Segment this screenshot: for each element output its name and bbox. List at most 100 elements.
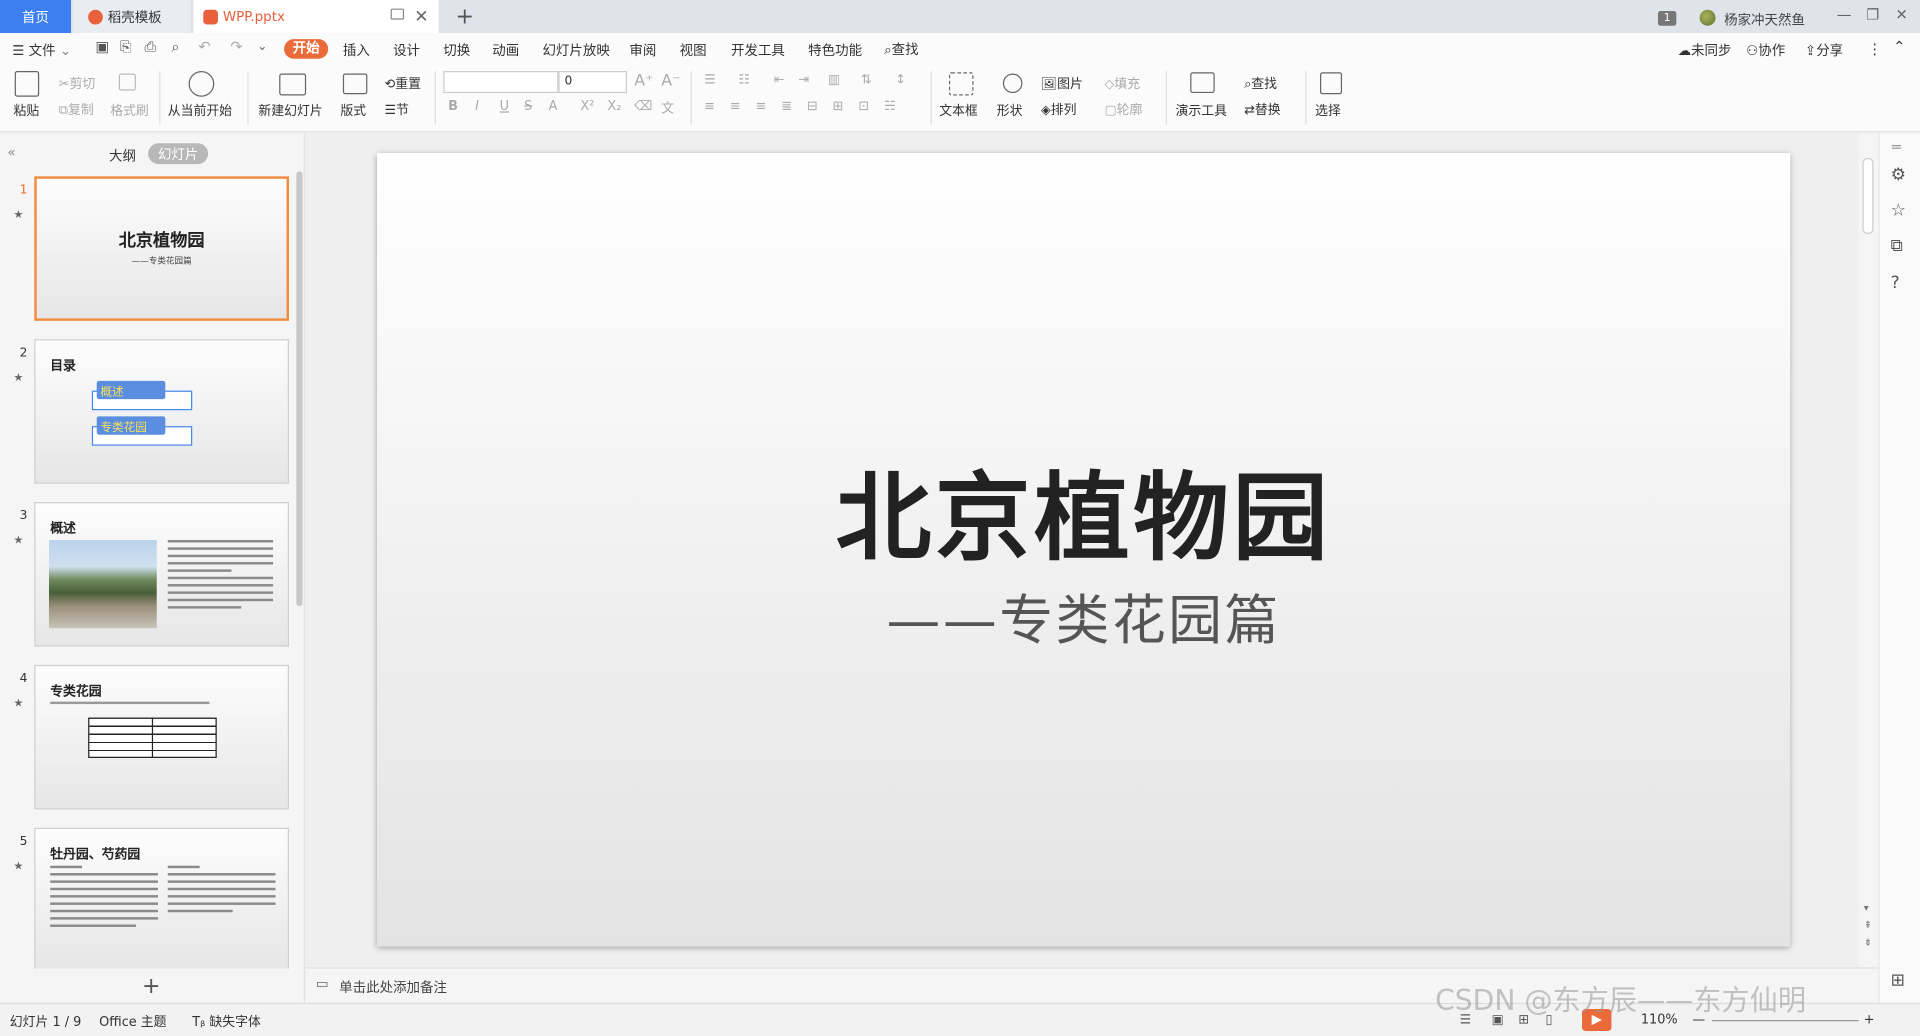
new-slide-icon[interactable] (279, 73, 307, 96)
customize-icon[interactable]: ⌄ (257, 40, 267, 53)
redo-icon[interactable]: ↷ (230, 38, 242, 55)
notes-placeholder[interactable]: 单击此处添加备注 (339, 977, 447, 997)
preview-icon[interactable]: ⌕ (171, 38, 179, 56)
font-family-select[interactable] (443, 71, 559, 94)
new-tab-button[interactable]: + (456, 4, 474, 30)
layout-icon[interactable] (342, 73, 368, 95)
slide-thumbnail-2[interactable]: 目录 概述 专类花园 (34, 339, 289, 484)
layout-button[interactable]: 版式 (340, 102, 366, 120)
properties-icon[interactable]: ⚙ (1891, 165, 1906, 185)
present-tools-icon[interactable] (1190, 72, 1215, 94)
subscript-icon[interactable]: X₂ (607, 99, 621, 114)
tab-document[interactable]: WPP.pptx ✕ (193, 0, 439, 34)
new-slide-button[interactable]: 新建幻灯片 (258, 102, 322, 120)
collab-button[interactable]: ⚇协作 (1746, 40, 1785, 60)
shape-button[interactable]: 形状 (997, 102, 1023, 120)
decrease-indent-icon[interactable]: ⇤ (774, 72, 785, 87)
close-window-icon[interactable]: ✕ (1896, 6, 1908, 23)
grid-icon[interactable]: ⊞ (1891, 971, 1905, 991)
close-tab-icon[interactable]: ✕ (414, 7, 428, 27)
window-count-badge[interactable]: 1 (1657, 11, 1677, 26)
menu-special[interactable]: 特色功能 (808, 40, 862, 60)
play-icon[interactable] (188, 71, 215, 97)
font-color-icon[interactable]: A (549, 99, 558, 114)
undo-icon[interactable]: ↶ (198, 38, 210, 55)
smart-list-icon[interactable]: ☵ (884, 99, 896, 114)
section-button[interactable]: ☰节 (384, 100, 408, 118)
menu-developer[interactable]: 开发工具 (731, 40, 785, 60)
scroll-down-icon[interactable]: ▾ (1864, 902, 1869, 913)
textbox-button[interactable]: 文本框 (939, 102, 978, 120)
slide-thumbnail-4[interactable]: 专类花园 (34, 664, 289, 810)
select-button[interactable]: 选择 (1315, 102, 1341, 120)
export-icon[interactable]: ⎘ (120, 38, 132, 56)
vertical-align-icon[interactable]: ⊞ (833, 99, 844, 114)
from-current-button[interactable]: 从当前开始 (168, 102, 232, 120)
bullet-list-icon[interactable]: ☰ (704, 72, 716, 87)
avatar[interactable] (1699, 9, 1716, 26)
decrease-font-icon[interactable]: A⁻ (661, 72, 680, 90)
bold-icon[interactable]: B (448, 99, 458, 114)
replace-button[interactable]: ⇄替换 (1244, 100, 1281, 118)
fill-button[interactable]: ◇填充 (1104, 75, 1140, 93)
slide[interactable]: 北京植物园 ——专类花园篇 (377, 153, 1791, 947)
superscript-icon[interactable]: X² (580, 99, 594, 114)
increase-indent-icon[interactable]: ⇥ (798, 72, 809, 87)
slide-subtitle[interactable]: ——专类花园篇 (377, 577, 1790, 655)
slide-thumbnail-3[interactable]: 概述 (34, 502, 289, 647)
strikethrough-icon[interactable]: S (524, 99, 532, 114)
justify-icon[interactable]: ≣ (781, 99, 792, 114)
select-icon[interactable] (1320, 72, 1343, 95)
paste-icon[interactable] (14, 71, 40, 97)
pin-icon[interactable] (390, 8, 405, 20)
menu-insert[interactable]: 插入 (343, 40, 370, 60)
zoom-slider[interactable] (1711, 1020, 1859, 1022)
eraser-icon[interactable]: ⌫ (634, 99, 652, 114)
align-right-icon[interactable]: ≡ (756, 99, 767, 114)
more-icon[interactable]: ⋮ (1867, 40, 1882, 57)
reset-button[interactable]: ⟲重置 (384, 75, 421, 93)
slide-thumbnail-1[interactable]: 北京植物园 ——专类花园篇 (34, 176, 289, 321)
sidebar-collapse-icon[interactable]: ═ (1892, 138, 1901, 155)
menu-review[interactable]: 审阅 (629, 40, 656, 60)
numbered-list-icon[interactable]: ☷ (738, 72, 750, 87)
tab-templates[interactable]: 稻壳模板 (73, 0, 192, 34)
picture-button[interactable]: 🖼图片 (1041, 75, 1083, 93)
panel-scrollbar[interactable] (296, 171, 303, 607)
cut-button[interactable]: ✂剪切 (59, 75, 96, 93)
clone-icon[interactable]: ⧉ (1891, 236, 1903, 256)
sync-button[interactable]: ☁未同步 (1678, 40, 1732, 60)
slide-title[interactable]: 北京植物园 (377, 442, 1790, 579)
save-icon[interactable]: ▣ (96, 38, 110, 55)
help-icon[interactable]: ? (1891, 273, 1900, 293)
print-icon[interactable]: ⎙ (144, 38, 156, 56)
format-painter-button[interactable]: 格式刷 (110, 102, 149, 120)
theme-name[interactable]: Office 主题 (99, 1013, 166, 1031)
columns-icon[interactable]: ▥ (828, 72, 840, 87)
align-left-icon[interactable]: ≡ (704, 99, 715, 114)
next-page-icon[interactable]: ⇟ (1864, 937, 1872, 948)
menu-home[interactable]: 开始 (284, 39, 329, 59)
scroll-thumb[interactable] (1862, 157, 1874, 234)
distribute-icon[interactable]: ⊟ (807, 99, 818, 114)
increase-font-icon[interactable]: A⁺ (634, 72, 653, 90)
menu-slideshow[interactable]: 幻灯片放映 (542, 40, 609, 60)
search-button[interactable]: ⌕查找 (884, 39, 918, 59)
textbox-icon[interactable] (948, 72, 974, 96)
missing-font-button[interactable]: Tᵦ 缺失字体 (192, 1013, 261, 1031)
format-painter-icon[interactable] (118, 73, 136, 91)
collapse-ribbon-icon[interactable]: ⌃ (1893, 38, 1905, 55)
file-menu[interactable]: ☰ 文件 ⌄ (12, 40, 71, 60)
menu-design[interactable]: 设计 (393, 40, 420, 60)
add-slide-button[interactable]: + (142, 973, 160, 999)
collapse-panel-icon[interactable]: « (7, 144, 15, 160)
user-name[interactable]: 杨家冲天然鱼 (1724, 10, 1805, 30)
outline-button[interactable]: ▢轮廓 (1104, 100, 1142, 118)
menu-animation[interactable]: 动画 (492, 40, 519, 60)
find-button[interactable]: ⌕查找 (1244, 75, 1277, 93)
italic-icon[interactable]: I (475, 99, 479, 114)
share-button[interactable]: ⇪分享 (1805, 40, 1843, 60)
shape-icon[interactable] (1002, 73, 1023, 94)
menu-transition[interactable]: 切换 (443, 40, 470, 60)
slide-thumbnail-5[interactable]: 牡丹园、芍药园 (34, 827, 289, 969)
